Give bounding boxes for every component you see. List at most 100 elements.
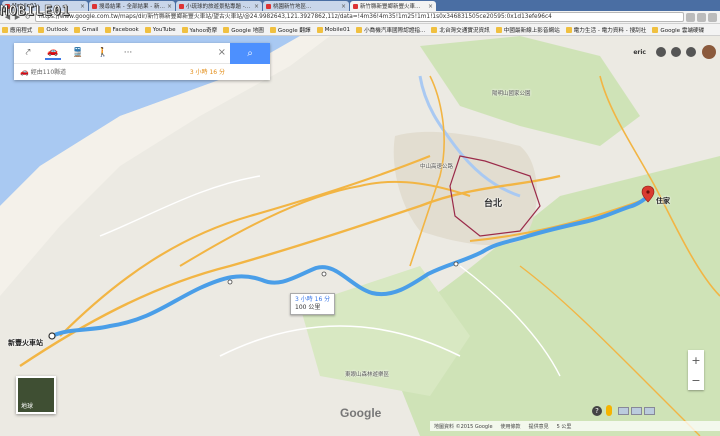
bookmark-label: Google 地圖 [231, 27, 264, 34]
bookmark-label: 小喬機汽車國際認證指... [364, 27, 426, 34]
scale-bar: 5 公里 [556, 423, 572, 430]
address-bar[interactable]: https://www.google.com.tw/maps/dir/新竹縣新豐… [35, 12, 684, 22]
bookmark-item[interactable]: 應用程式 [2, 26, 32, 34]
account-bar: eric [633, 45, 716, 59]
copyright: 地圖資料 ©2015 Google [434, 423, 493, 430]
bookmark-label: Yahoo奇摩 [189, 27, 218, 34]
help-icon[interactable]: ? [592, 405, 602, 416]
route-info-bubble[interactable]: 3 小時 16 分 100 公里 [290, 293, 336, 315]
close-tab-icon[interactable]: × [167, 3, 172, 10]
bookmark-item[interactable]: Google 翻譯 [269, 26, 311, 34]
search-button[interactable]: ⌕ [230, 43, 270, 64]
browser-window: Mobile01 × 搜尋結果 - 全部結果 - 新竹... × 小琉球的旅遊景點專… [0, 0, 720, 436]
map-footer: 地圖資料 ©2015 Google 使用條款 提供意見 5 公里 [430, 421, 720, 431]
layer-thumb-icon[interactable] [631, 406, 642, 415]
bookmark-item[interactable]: Outlook [38, 26, 68, 33]
bookmark-item[interactable]: 小喬機汽車國際認證指... [356, 26, 425, 34]
menu-icon[interactable] [708, 12, 717, 22]
bookmark-label: Google 雲端硬碟 [660, 27, 705, 34]
destination-pin-dot [646, 190, 650, 194]
bookmark-icon [74, 26, 81, 33]
bookmark-label: 電力生活 - 電力資料 - 搜刮社 [573, 27, 647, 34]
bookmark-icon [38, 26, 45, 33]
route-icon[interactable]: ⤤ [20, 46, 36, 60]
bookmark-label: Mobile01 [324, 26, 351, 33]
transit-icon[interactable]: 🚆 [70, 46, 86, 60]
layer-thumb-icon[interactable] [618, 406, 629, 415]
satellite-toggle[interactable]: 地球 [16, 376, 56, 414]
tab[interactable]: 桃園新竹地區... × [263, 1, 349, 11]
tab-title: 小琉球的旅遊景點專題 - 新竹 [186, 4, 252, 10]
map-label-start: 新豐火車站 [8, 339, 43, 347]
car-icon[interactable]: 🚗 [45, 46, 61, 60]
route-summary[interactable]: 🚗 經由110縣道 3 小時 16 分 [14, 64, 270, 79]
zoom-out-button[interactable]: − [691, 374, 700, 387]
logo-text: MOBILE01 [0, 3, 71, 19]
bubble-time: 3 小時 16 分 [295, 296, 331, 303]
bookmark-label: 中國最新線上影音網站 [503, 27, 560, 34]
bookmark-item[interactable]: Mobile01 [316, 26, 351, 33]
route-waypoint [227, 279, 233, 285]
map-controls: ? [592, 405, 657, 416]
bookmark-icon [356, 26, 363, 33]
route-label: 經由110縣道 [30, 69, 67, 76]
satellite-label: 地球 [21, 403, 34, 410]
bookmark-item[interactable]: 中國最新線上影音網站 [495, 26, 560, 34]
bookmark-icon [652, 26, 659, 33]
bookmark-label: Facebook [112, 26, 139, 33]
bookmark-icon [269, 26, 276, 33]
bookmark-icon [2, 26, 8, 33]
close-tab-icon[interactable]: × [254, 3, 259, 10]
bookmark-label: Gmail [82, 26, 99, 33]
bookmark-item[interactable]: 北台灣交通實況資訊 [431, 26, 490, 34]
user-name[interactable]: eric [633, 49, 646, 56]
start-marker[interactable] [48, 332, 56, 340]
bookmark-item[interactable]: 電力生活 - 電力資料 - 搜刮社 [565, 26, 647, 34]
route-waypoint [453, 261, 459, 267]
directions-panel: ⤤ 🚗 🚆 🚶 ··· × ⌕ 🚗 經由110縣道 3 小時 16 分 [14, 43, 270, 80]
feedback-link[interactable]: 提供意見 [529, 423, 549, 430]
zoom-in-button[interactable]: + [691, 354, 700, 367]
pegman-icon[interactable] [606, 405, 612, 416]
route-time: 3 小時 16 分 [189, 69, 225, 76]
bookmark-item[interactable]: YouTube [144, 26, 176, 33]
close-tab-icon[interactable]: × [428, 3, 433, 10]
map-canvas[interactable]: 台北 新豐火車站 住家 陽明山國家公園 東眼山森林遊樂區 中山高速公路 [0, 36, 720, 436]
google-logo: Google [340, 406, 382, 420]
bookmark-star-icon[interactable] [686, 12, 695, 22]
bubble-distance: 100 公里 [295, 304, 321, 311]
tab[interactable]: 小琉球的旅遊景點專題 - 新竹 × [176, 1, 262, 11]
layer-thumb-icon[interactable] [644, 406, 655, 415]
watermark-logo: MOBILE01 [0, 0, 120, 22]
bookmark-icon [181, 26, 188, 33]
route-waypoint [321, 271, 327, 277]
bookmark-item[interactable]: Facebook [104, 26, 139, 33]
avatar[interactable] [702, 45, 716, 59]
more-icon[interactable]: ··· [120, 46, 136, 60]
bookmark-icon [431, 26, 438, 33]
tab-active[interactable]: 新竹縣新豐鄉新豐火車站 - G × [350, 1, 436, 11]
bookmark-icon [144, 26, 151, 33]
tab-favicon [179, 3, 184, 9]
bookmark-icon [104, 26, 111, 33]
bookmarks-bar: 應用程式 Outlook Gmail Facebook YouTube Yahoo奇摩 Go… [0, 24, 720, 36]
bookmark-item[interactable]: Gmail [74, 26, 99, 33]
extension-icon[interactable] [697, 12, 706, 22]
apps-grid-icon[interactable] [656, 47, 666, 57]
bookmark-item[interactable]: Yahoo奇摩 [181, 26, 218, 34]
map-label-yangmingshan: 陽明山國家公園 [492, 91, 531, 97]
tab-title: 桃園新竹地區... [273, 4, 312, 10]
bookmark-icon [223, 26, 230, 33]
bookmark-item[interactable]: Google 雲端硬碟 [652, 26, 704, 34]
tab-favicon [353, 3, 358, 9]
car-icon: 🚗 [20, 67, 29, 76]
tab-favicon [266, 3, 271, 9]
walk-icon[interactable]: 🚶 [95, 46, 111, 60]
bookmark-label: 北台灣交通實況資訊 [439, 27, 490, 34]
bookmark-item[interactable]: Google 地圖 [223, 26, 264, 34]
close-icon[interactable]: × [218, 47, 226, 58]
terms-link[interactable]: 使用條款 [501, 423, 521, 430]
close-tab-icon[interactable]: × [341, 3, 346, 10]
share-icon[interactable] [686, 47, 696, 57]
notifications-icon[interactable] [671, 47, 681, 57]
